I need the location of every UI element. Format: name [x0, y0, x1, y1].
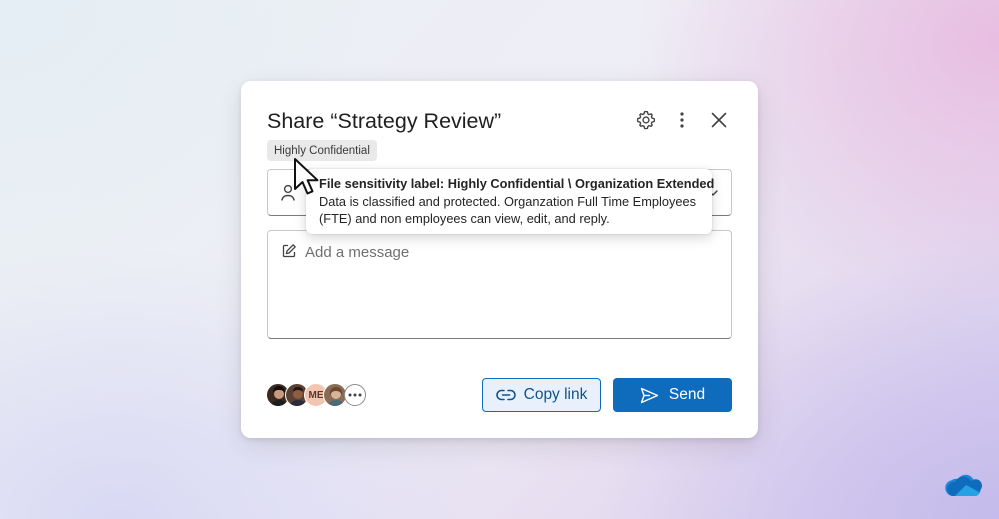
close-button[interactable] [706, 107, 732, 133]
message-placeholder: Add a message [305, 244, 410, 261]
tooltip-title: File sensitivity label: Highly Confident… [319, 176, 715, 191]
mouse-pointer-icon [294, 158, 319, 195]
dialog-title: Share “Strategy Review” [267, 109, 502, 133]
more-vertical-icon [680, 112, 684, 128]
sensitivity-label-badge[interactable]: Highly Confidential [267, 140, 377, 161]
tooltip-body: Data is classified and protected. Organz… [319, 194, 696, 226]
edit-icon [282, 244, 296, 258]
copy-link-label: Copy link [523, 386, 588, 403]
settings-button[interactable] [633, 107, 659, 133]
sensitivity-tooltip: File sensitivity label: Highly Confident… [306, 169, 715, 234]
more-people-button[interactable] [344, 384, 366, 406]
send-button[interactable]: Send [613, 378, 732, 412]
copy-link-button[interactable]: Copy link [482, 378, 601, 412]
more-options-button[interactable] [669, 107, 695, 133]
send-icon [640, 387, 659, 403]
send-label: Send [668, 386, 706, 403]
onedrive-cloud-icon [945, 474, 982, 496]
message-input[interactable]: Add a message [267, 230, 732, 339]
shared-with-avatars[interactable]: ME [266, 383, 376, 407]
more-horizontal-icon [348, 393, 362, 397]
gear-icon [636, 110, 656, 130]
share-dialog: Share “Strategy Review” Highly Confident… [241, 81, 758, 438]
link-icon [495, 389, 516, 401]
close-icon [711, 112, 727, 128]
